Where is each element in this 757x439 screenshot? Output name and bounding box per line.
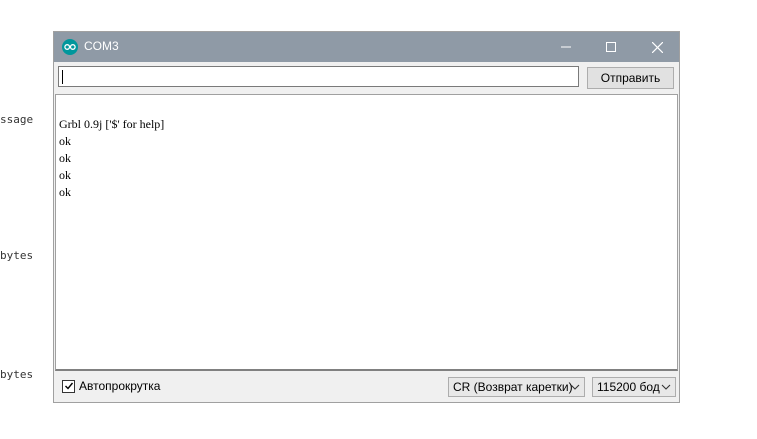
maximize-button[interactable] (588, 32, 634, 62)
output-line: ok (59, 185, 71, 199)
output-line: ok (59, 151, 71, 165)
background-message-text: ssage (0, 113, 34, 126)
arduino-icon (62, 39, 78, 55)
serial-monitor-window: COM3 Отправить Grbl 0.9j ['$' for help] … (53, 31, 680, 403)
output-line: Grbl 0.9j ['$' for help] (59, 117, 165, 131)
autoscroll-checkbox[interactable] (62, 379, 75, 393)
send-toolbar: Отправить (54, 62, 679, 93)
serial-input-field[interactable] (58, 66, 579, 87)
window-title: COM3 (84, 39, 119, 53)
autoscroll-label: Автопрокрутка (79, 379, 161, 393)
title-bar[interactable]: COM3 (54, 32, 679, 62)
output-line: ok (59, 134, 71, 148)
line-ending-select[interactable]: CR (Возврат каретки) (448, 377, 585, 397)
chevron-down-icon (661, 384, 671, 390)
autoscroll-toggle[interactable]: Автопрокрутка (62, 379, 160, 393)
output-line: ok (59, 168, 71, 182)
maximize-icon (606, 42, 616, 52)
background-bytes-text: bytes (0, 368, 34, 381)
close-icon (651, 41, 663, 53)
baud-rate-value: 115200 бод (597, 380, 660, 394)
minimize-button[interactable] (543, 32, 589, 62)
close-button[interactable] (634, 32, 680, 62)
baud-rate-select[interactable]: 115200 бод (592, 377, 676, 397)
chevron-down-icon (570, 384, 580, 390)
line-ending-value: CR (Возврат каретки) (453, 380, 573, 394)
serial-output-area[interactable]: Grbl 0.9j ['$' for help] ok ok ok ok (55, 94, 678, 371)
status-bar: Автопрокрутка CR (Возврат каретки) 11520… (54, 372, 679, 402)
text-caret (62, 70, 63, 84)
background-bytes-text: bytes (0, 249, 34, 262)
checkmark-icon (64, 382, 73, 390)
send-button[interactable]: Отправить (587, 67, 674, 89)
minimize-icon (561, 46, 571, 48)
